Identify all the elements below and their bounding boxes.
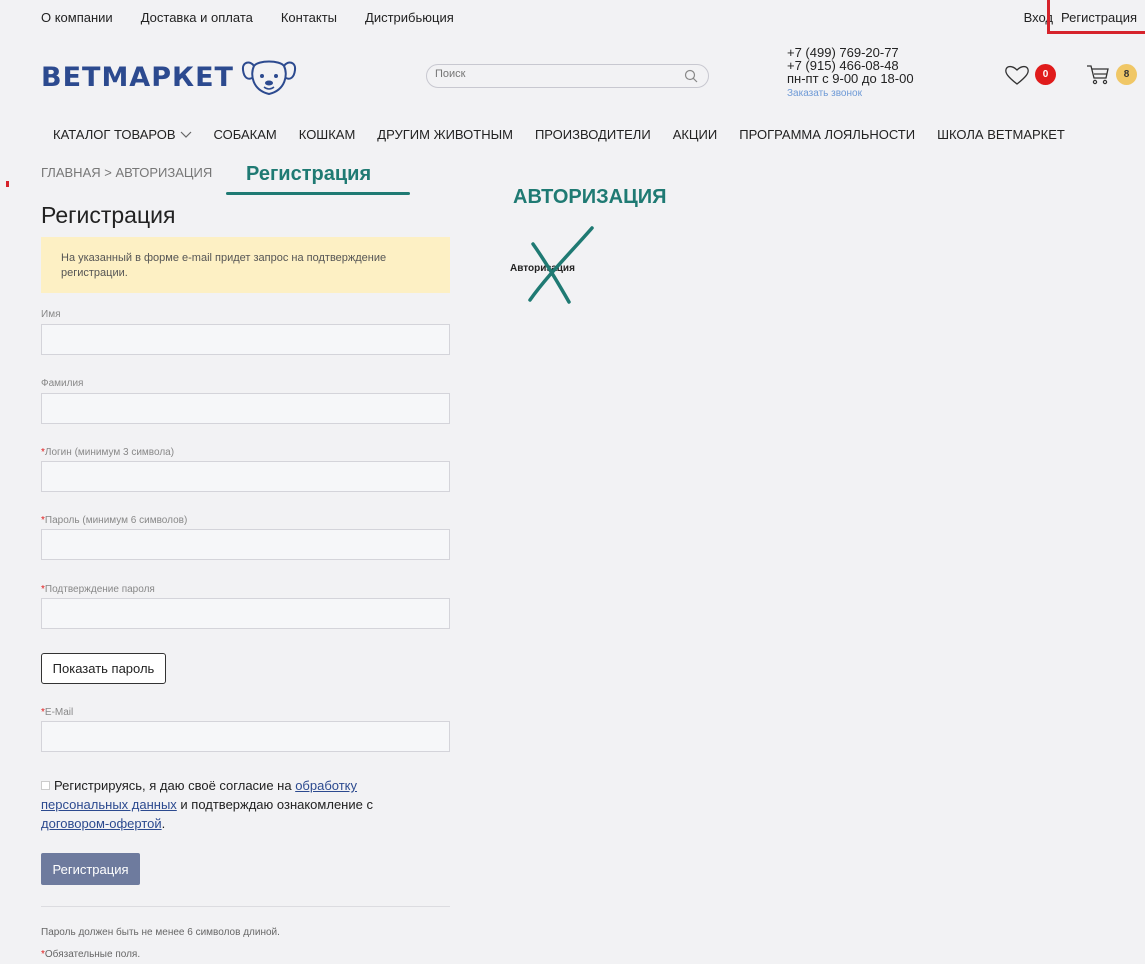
consent-text-middle: и подтверждаю ознакомление с [176,797,373,812]
top-link-delivery[interactable]: Доставка и оплата [141,10,253,25]
top-link-distribution[interactable]: Дистрибьюция [365,10,454,25]
nav-item-cats[interactable]: КОШКАМ [299,127,356,142]
chevron-down-icon [180,131,191,138]
required-fields-note-text: Обязательные поля. [44,949,141,960]
top-link-contacts[interactable]: Контакты [281,10,337,25]
nav-item-school[interactable]: ШКОЛА ВЕТМАРКЕТ [937,127,1065,142]
logo[interactable]: ВЕТМАРКЕТ [41,56,298,98]
confirm-password-label: *Подтверждение пароля [41,584,155,595]
cart-icon[interactable] [1086,64,1110,86]
nav-item-other-animals[interactable]: ДРУГИМ ЖИВОТНЫМ [377,127,513,142]
register-submit-button[interactable]: Регистрация [41,853,140,885]
login-label-text: Логин (минимум 3 символа) [44,447,175,458]
cross-out-mark-icon [528,226,594,304]
heart-icon[interactable] [1004,64,1030,86]
consent-checkbox[interactable] [41,781,50,790]
annotation-authorization: АВТОРИЗАЦИЯ [513,186,667,208]
work-hours: пн-пт с 9-00 до 18-00 [787,71,914,86]
nav-item-label: КАТАЛОГ ТОВАРОВ [53,127,176,142]
annotation-registration: Регистрация [246,163,372,185]
red-marker [6,181,9,187]
password-length-note: Пароль должен быть не менее 6 символов д… [41,927,280,938]
nav-item-promotions[interactable]: АКЦИИ [673,127,718,142]
consent-text-suffix: . [161,816,166,831]
password-input[interactable] [41,529,450,560]
search-input[interactable] [435,68,675,80]
top-bar: О компании Доставка и оплата Контакты Ди… [0,0,1145,36]
email-confirmation-notice: На указанный в форме e-mail придет запро… [41,237,450,293]
page-title: Регистрация [41,202,176,228]
dog-logo-icon [241,60,296,96]
breadcrumb[interactable]: ГЛАВНАЯ > АВТОРИЗАЦИЯ [41,165,212,180]
nav-item-dogs[interactable]: СОБАКАМ [214,127,277,142]
email-input[interactable] [41,721,450,752]
search-icon[interactable] [684,69,698,83]
confirm-password-label-text: Подтверждение пароля [44,584,155,595]
login-label: *Логин (минимум 3 символа) [41,447,174,458]
first-name-input[interactable] [41,324,450,355]
email-label: *E-Mail [41,707,73,718]
consent-block: Регистрируясь, я даю своё согласие на об… [41,776,421,833]
callback-link[interactable]: Заказать звонок [787,87,914,100]
nav-item-loyalty[interactable]: ПРОГРАММА ЛОЯЛЬНОСТИ [739,127,915,142]
contacts-block: +7 (499) 769-20-77 +7 (915) 466-08-48 пн… [787,46,914,100]
top-links: О компании Доставка и оплата Контакты Ди… [41,10,454,25]
main-nav: КАТАЛОГ ТОВАРОВ СОБАКАМ КОШКАМ ДРУГИМ ЖИ… [53,127,1065,142]
required-fields-note: *Обязательные поля. [41,949,140,960]
show-password-button[interactable]: Показать пароль [41,653,166,684]
favorites-count-badge: 0 [1035,64,1056,85]
nav-item-brands[interactable]: ПРОИЗВОДИТЕЛИ [535,127,651,142]
cart-count-badge: 8 [1116,64,1137,85]
register-highlight-box [1047,0,1145,34]
password-label: *Пароль (минимум 6 символов) [41,515,187,526]
last-name-label: Фамилия [41,378,84,389]
search-box [426,64,709,88]
email-label-text: E-Mail [44,707,74,718]
confirm-password-input[interactable] [41,598,450,629]
annotation-underline [226,192,410,195]
password-label-text: Пароль (минимум 6 символов) [44,515,188,526]
login-input[interactable] [41,461,450,492]
divider [41,906,450,907]
logo-text: ВЕТМАРКЕТ [41,61,234,93]
first-name-label: Имя [41,309,61,320]
top-link-about[interactable]: О компании [41,10,113,25]
nav-item-catalog[interactable]: КАТАЛОГ ТОВАРОВ [53,127,192,142]
consent-text-prefix: Регистрируясь, я даю своё согласие на [54,778,296,793]
offer-contract-link[interactable]: договором-офертой [41,816,162,831]
last-name-input[interactable] [41,393,450,424]
